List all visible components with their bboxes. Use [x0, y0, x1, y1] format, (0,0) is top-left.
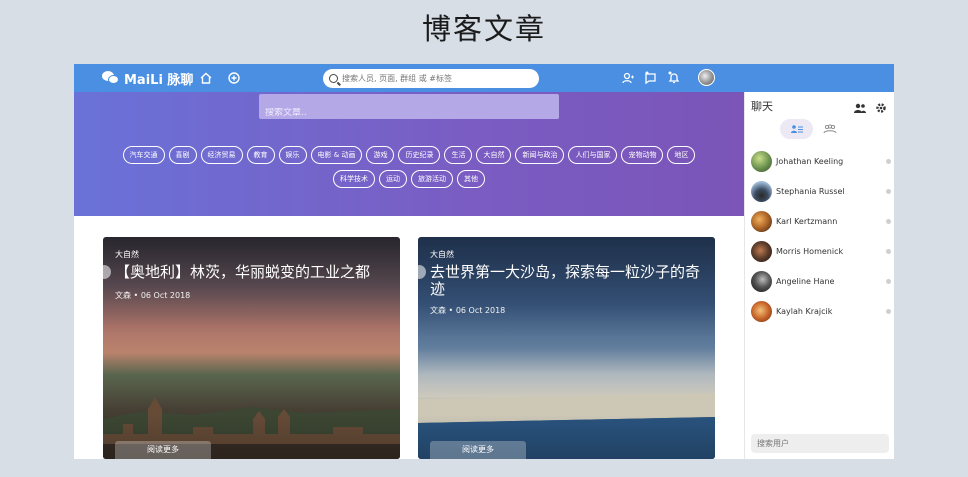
tag-chip[interactable]: 运动 [379, 170, 407, 188]
avatar [751, 180, 772, 202]
tag-chip[interactable]: 科学技术 [333, 170, 375, 188]
article-meta: 文森 • 06 Oct 2018 [430, 306, 506, 315]
tag-chip[interactable]: 电影 & 动画 [310, 146, 363, 164]
article-search[interactable] [259, 94, 559, 119]
tag-chip[interactable]: 生活 [444, 146, 473, 164]
avatar[interactable] [698, 69, 715, 86]
tag-chip[interactable]: 历史纪录 [398, 146, 441, 164]
article-card[interactable]: 大自然 【奥地利】林茨，华丽蜕变的工业之都 文森 • 06 Oct 2018 阅… [103, 237, 400, 459]
global-search-input[interactable] [342, 74, 522, 83]
groups-icon [823, 124, 836, 134]
contact-name: Johathan Keeling [776, 156, 844, 166]
avatar [751, 210, 772, 232]
avatar [751, 300, 772, 322]
user-search[interactable] [751, 434, 889, 453]
user-icon[interactable] [621, 70, 637, 86]
contact-item[interactable]: Morris Homenick [751, 240, 891, 262]
tag-chip[interactable]: 其他 [457, 170, 485, 188]
article-card[interactable]: 大自然 去世界第一大沙岛，探索每一粒沙子的奇迹 文森 • 06 Oct 2018… [418, 237, 715, 459]
logo[interactable]: MaiLi 脉聊 [102, 69, 194, 88]
status-dot [886, 218, 891, 224]
status-dot [886, 248, 891, 254]
read-more-button[interactable]: 阅读更多 [115, 441, 211, 459]
groups-tab[interactable] [813, 119, 846, 139]
hero-banner: 汽车交通 喜剧 经济贸易 教育 娱乐 电影 & 动画 游戏 历史纪录 生活 大自… [74, 92, 744, 216]
home-icon[interactable] [199, 70, 215, 86]
chat-title: 聊天 [751, 100, 773, 113]
article-meta: 文森 • 06 Oct 2018 [115, 291, 191, 300]
contact-item[interactable]: Kaylah Krajcik [751, 300, 891, 322]
tag-chip[interactable]: 教育 [246, 146, 275, 164]
article-category: 大自然 [430, 250, 454, 259]
tag-chip[interactable]: 旅游活动 [411, 170, 453, 188]
notification-icon[interactable] [667, 70, 683, 86]
tag-chip[interactable]: 经济贸易 [200, 146, 243, 164]
tag-chip[interactable]: 宠物动物 [621, 146, 664, 164]
messages-icon[interactable] [644, 70, 660, 86]
global-search[interactable] [323, 69, 539, 88]
status-dot [886, 158, 891, 164]
app-window: MaiLi 脉聊 汽车交通 喜剧 经济贸易 教育 [74, 64, 894, 459]
logo-text: MaiLi 脉聊 [124, 72, 194, 88]
avatar [751, 150, 772, 172]
article-category: 大自然 [115, 250, 139, 259]
add-circle-icon[interactable] [227, 70, 243, 86]
user-search-input[interactable] [757, 439, 877, 448]
contact-name: Morris Homenick [776, 246, 844, 256]
status-dot [886, 188, 891, 194]
contact-name: Kaylah Krajcik [776, 306, 833, 316]
tag-chip[interactable]: 大自然 [476, 146, 512, 164]
article-title[interactable]: 【奥地利】林茨，华丽蜕变的工业之都 [115, 264, 390, 281]
article-title[interactable]: 去世界第一大沙岛，探索每一粒沙子的奇迹 [430, 264, 705, 298]
status-dot [886, 308, 891, 314]
tag-chip[interactable]: 汽车交通 [122, 146, 165, 164]
status-dot [886, 278, 891, 284]
contact-item[interactable]: Johathan Keeling [751, 150, 891, 172]
tag-chip[interactable]: 人们与国家 [568, 146, 618, 164]
contact-name: Stephania Russel [776, 186, 845, 196]
wechat-logo-icon [102, 71, 120, 85]
tag-list: 汽车交通 喜剧 经济贸易 教育 娱乐 电影 & 动画 游戏 历史纪录 生活 大自… [114, 146, 704, 188]
chat-panel: 聊天 Johathan Keeling Stephania Russel Kar… [744, 92, 894, 459]
tag-chip[interactable]: 娱乐 [278, 146, 307, 164]
contact-item[interactable]: Karl Kertzmann [751, 210, 891, 232]
tag-chip[interactable]: 地区 [667, 146, 696, 164]
article-date: 06 Oct 2018 [455, 306, 506, 315]
avatar [751, 240, 772, 262]
contact-name: Angeline Hane [776, 276, 835, 286]
group-users-icon[interactable] [853, 99, 867, 113]
article-author[interactable]: 文森 [430, 306, 446, 315]
avatar [751, 270, 772, 292]
contact-name: Karl Kertzmann [776, 216, 838, 226]
contact-item[interactable]: Stephania Russel [751, 180, 891, 202]
contacts-tab[interactable] [780, 119, 813, 139]
chat-view-switch [780, 119, 846, 139]
top-navbar: MaiLi 脉聊 [74, 64, 894, 92]
gear-icon[interactable] [875, 99, 889, 113]
tag-chip[interactable]: 喜剧 [168, 146, 197, 164]
read-more-button[interactable]: 阅读更多 [430, 441, 526, 459]
article-date: 06 Oct 2018 [140, 291, 191, 300]
contact-item[interactable]: Angeline Hane [751, 270, 891, 292]
page-title: 博客文章 [421, 12, 546, 46]
tag-chip[interactable]: 新闻与政治 [515, 146, 565, 164]
tag-chip[interactable]: 游戏 [366, 146, 395, 164]
article-author[interactable]: 文森 [115, 291, 131, 300]
search-icon [329, 74, 338, 83]
contacts-list-icon [790, 125, 803, 133]
article-search-input[interactable] [265, 108, 553, 118]
